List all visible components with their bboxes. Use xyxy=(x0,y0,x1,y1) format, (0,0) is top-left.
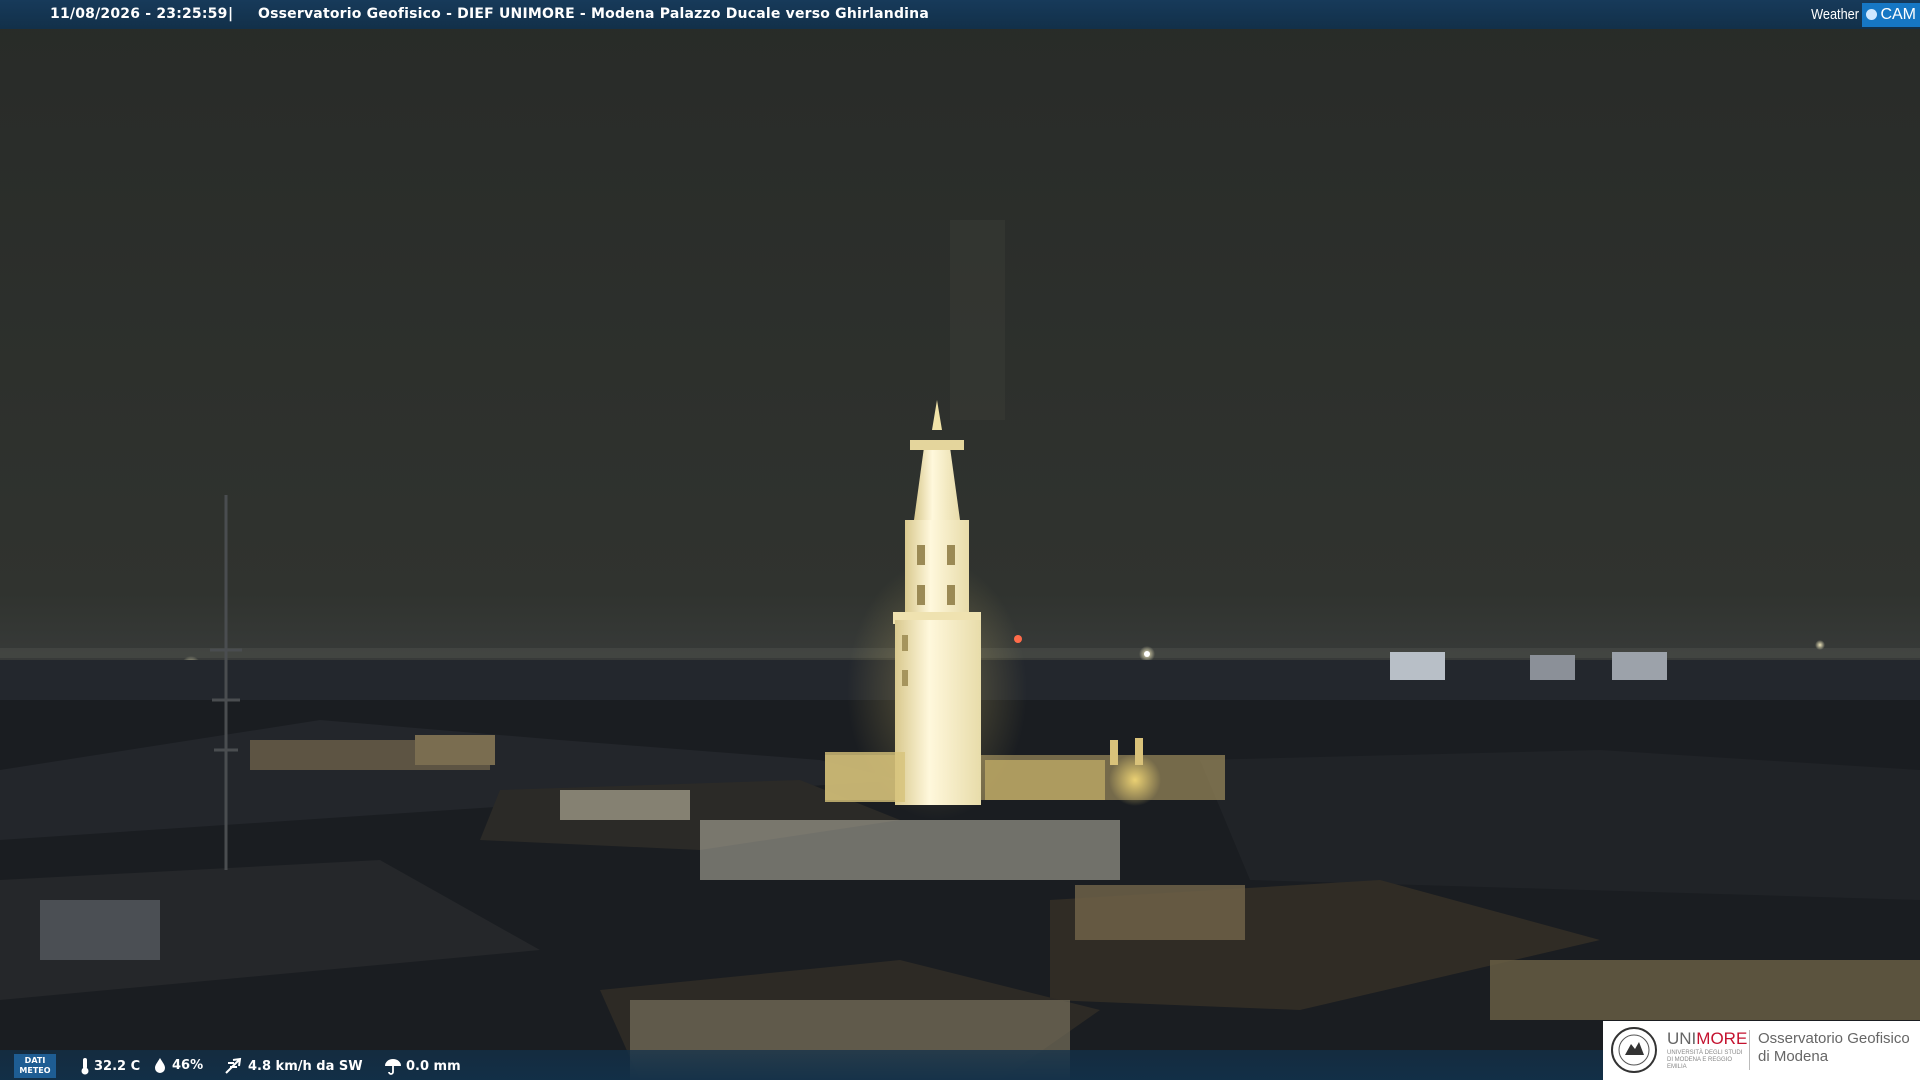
top-info-bar: 11/08/2026 - 23:25:59 | Osservatorio Geo… xyxy=(0,0,1920,29)
humidity-value: 46% xyxy=(172,1057,204,1073)
humidity-drop-icon xyxy=(155,1058,165,1073)
rain-value: 0.0 mm xyxy=(406,1058,461,1074)
light-beam xyxy=(950,220,1005,420)
observatory-name: Osservatorio Geofisico di Modena xyxy=(1758,1030,1910,1066)
logo-cam-box: CAM xyxy=(1862,2,1920,27)
timestamp: 11/08/2026 - 23:25:59 xyxy=(50,6,228,22)
webcam-image xyxy=(0,0,1920,1080)
unimore-logo-panel: UNIMORE UNIVERSITÀ DEGLI STUDI DI MODENA… xyxy=(1603,1021,1920,1080)
dati-meteo-badge: DATI METEO xyxy=(14,1054,56,1078)
temperature-reading: 32.2 C xyxy=(80,1057,140,1075)
unimore-name-more: MORE xyxy=(1696,1029,1748,1048)
observatory-line-2: di Modena xyxy=(1758,1048,1829,1065)
separator: | xyxy=(228,6,234,22)
badge-line-1: DATI xyxy=(24,1056,46,1065)
camera-title: Osservatorio Geofisico - DIEF UNIMORE - … xyxy=(258,6,929,22)
globe-icon xyxy=(1866,9,1878,20)
wind-icon xyxy=(225,1057,242,1074)
logo-divider xyxy=(1749,1030,1750,1070)
weathercam-logo: Weather CAM xyxy=(1802,0,1920,29)
umbrella-icon xyxy=(385,1059,401,1075)
temperature-value: 32.2 C xyxy=(94,1058,141,1074)
wind-reading: 4.8 km/h da SW xyxy=(224,1057,363,1075)
humidity-reading: 46% xyxy=(152,1057,203,1073)
unimore-subtitle: UNIVERSITÀ DEGLI STUDI DI MODENA E REGGI… xyxy=(1667,1050,1743,1070)
logo-cam-text: CAM xyxy=(1880,5,1916,23)
rain-reading: 0.0 mm xyxy=(384,1057,461,1075)
logo-weather-text: Weather xyxy=(1811,6,1860,23)
unimore-name-uni: UNI xyxy=(1667,1029,1697,1048)
badge-line-2: METEO xyxy=(19,1066,51,1075)
thermometer-icon xyxy=(81,1058,89,1075)
unimore-name: UNIMORE xyxy=(1667,1029,1747,1049)
observatory-line-1: Osservatorio Geofisico xyxy=(1758,1030,1910,1047)
wind-value: 4.8 km/h da SW xyxy=(248,1058,363,1074)
university-seal-icon xyxy=(1611,1027,1657,1073)
